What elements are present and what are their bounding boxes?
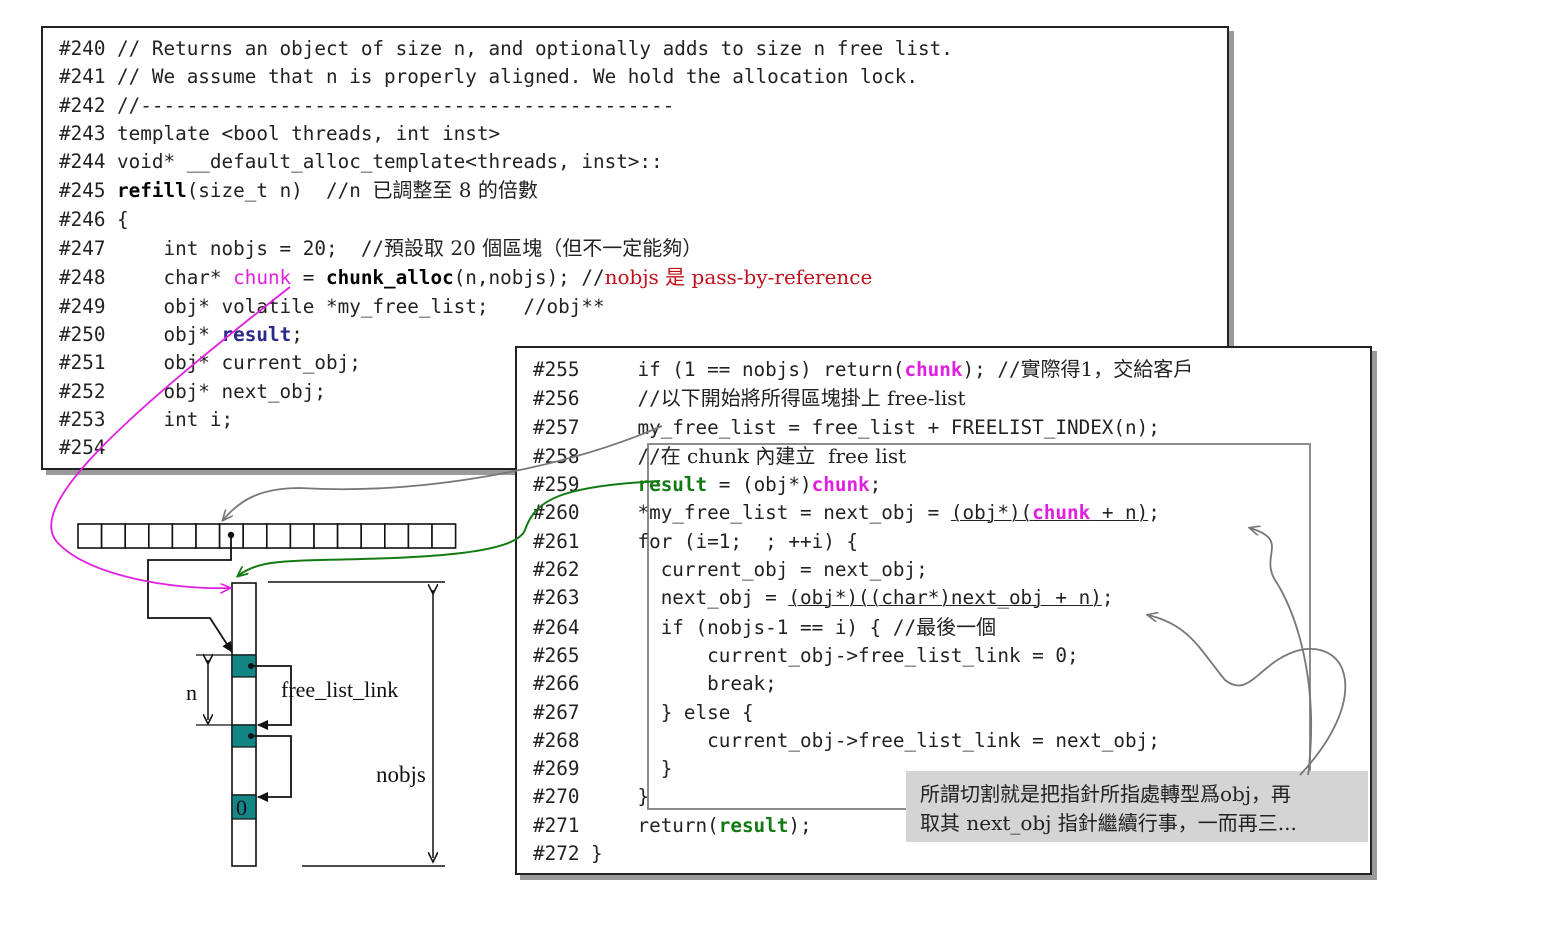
free-list-slot bbox=[360, 523, 386, 549]
free-list-slot bbox=[100, 523, 126, 549]
free-list-slot bbox=[431, 523, 457, 549]
nobjs-label: nobjs bbox=[376, 762, 426, 787]
free-list-slot bbox=[242, 523, 268, 549]
chunk-memory-column bbox=[231, 582, 257, 867]
free-list-slot bbox=[407, 523, 433, 549]
zero-label: 0 bbox=[236, 795, 247, 820]
n-dimension: n free_list_link 0 bbox=[186, 655, 398, 820]
free-list-slot bbox=[336, 523, 363, 549]
n-label: n bbox=[186, 680, 197, 705]
free-list-link-label: free_list_link bbox=[281, 677, 398, 702]
note-arrow-1 bbox=[1250, 528, 1312, 776]
free-list-slot bbox=[77, 523, 103, 549]
free-list-slot bbox=[195, 523, 221, 549]
memory-diagram: n free_list_link 0 nobjs bbox=[50, 286, 1347, 867]
free-list-slot bbox=[383, 523, 410, 549]
free-list-slot bbox=[171, 523, 197, 549]
free-list-link-arrows bbox=[147, 531, 292, 802]
free-list-array bbox=[77, 523, 457, 549]
free-list-slot bbox=[124, 523, 150, 549]
note-arrow-2 bbox=[1148, 615, 1347, 776]
free-list-slot bbox=[265, 523, 292, 549]
free-list-slot bbox=[313, 523, 339, 549]
my-free-list-arrow bbox=[223, 425, 663, 520]
nobjs-dimension: nobjs bbox=[268, 581, 445, 867]
free-list-slot bbox=[289, 523, 315, 549]
free-list-slot bbox=[148, 523, 174, 549]
